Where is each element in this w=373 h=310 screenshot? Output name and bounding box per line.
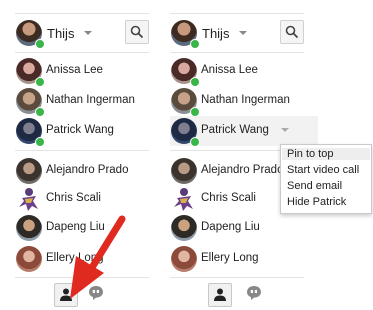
- arrow-annotation: [70, 215, 126, 299]
